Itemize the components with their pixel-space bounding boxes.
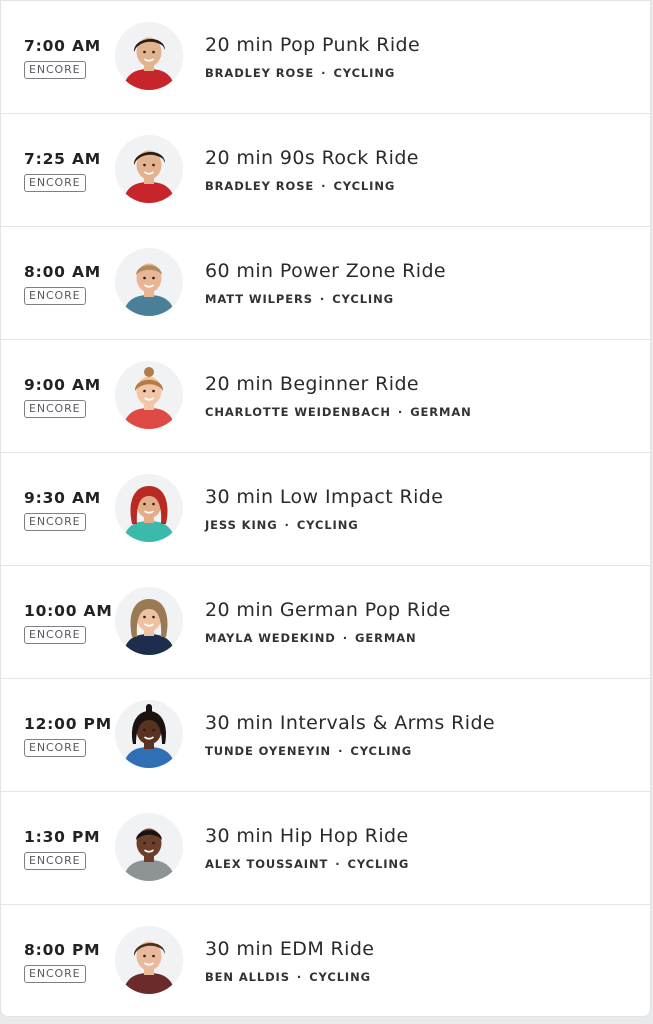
- class-title[interactable]: 60 min Power Zone Ride: [205, 260, 446, 282]
- class-category: CYCLING: [296, 518, 359, 532]
- class-time: 12:00 PM: [24, 715, 112, 733]
- class-title[interactable]: 30 min Low Impact Ride: [205, 486, 443, 508]
- instructor-avatar: [115, 926, 183, 994]
- encore-badge: ENCORE: [24, 174, 86, 192]
- class-category: CYCLING: [333, 66, 396, 80]
- class-meta: BRADLEY ROSE · CYCLING: [205, 66, 395, 80]
- class-time: 10:00 AM: [24, 602, 113, 620]
- class-time: 9:30 AM: [24, 489, 101, 507]
- class-time: 8:00 PM: [24, 941, 101, 959]
- separator-dot-icon: ·: [338, 744, 344, 758]
- separator-dot-icon: ·: [319, 292, 326, 306]
- encore-badge: ENCORE: [24, 626, 86, 644]
- class-meta: BRADLEY ROSE · CYCLING: [205, 179, 395, 193]
- class-meta: MAYLA WEDEKIND · GERMAN: [205, 631, 417, 645]
- instructor-avatar: [115, 813, 183, 881]
- instructor-avatar: [115, 474, 183, 542]
- encore-badge: ENCORE: [24, 61, 86, 79]
- instructor-name[interactable]: ALEX TOUSSAINT: [205, 857, 328, 871]
- class-row[interactable]: 9:00 AM ENCORE 20 min Beginner Ride CHAR…: [1, 340, 650, 453]
- class-category: CYCLING: [332, 292, 394, 306]
- class-row[interactable]: 8:00 PM ENCORE 30 min EDM Ride BEN ALLDI…: [1, 905, 650, 1016]
- class-category: GERMAN: [410, 405, 472, 419]
- encore-badge: ENCORE: [24, 287, 86, 305]
- separator-dot-icon: ·: [321, 179, 327, 193]
- instructor-avatar: [115, 22, 183, 90]
- class-row[interactable]: 12:00 PM ENCORE 30 min Intervals & Arms …: [1, 679, 650, 792]
- instructor-name[interactable]: MATT WILPERS: [205, 292, 313, 306]
- instructor-avatar: [115, 587, 183, 655]
- class-time: 7:25 AM: [24, 150, 101, 168]
- instructor-avatar: [115, 248, 183, 316]
- separator-dot-icon: ·: [296, 970, 303, 984]
- instructor-avatar: [115, 135, 183, 203]
- encore-badge: ENCORE: [24, 965, 86, 983]
- class-time: 1:30 PM: [24, 828, 101, 846]
- separator-dot-icon: ·: [284, 518, 290, 532]
- separator-dot-icon: ·: [321, 66, 327, 80]
- class-title[interactable]: 30 min Intervals & Arms Ride: [205, 712, 495, 734]
- instructor-avatar: [115, 700, 183, 768]
- class-row[interactable]: 7:25 AM ENCORE 20 min 90s Rock Ride BRAD…: [1, 114, 650, 227]
- class-title[interactable]: 20 min Beginner Ride: [205, 373, 419, 395]
- class-category: CYCLING: [309, 970, 371, 984]
- instructor-name[interactable]: BRADLEY ROSE: [205, 179, 314, 193]
- class-title[interactable]: 20 min German Pop Ride: [205, 599, 451, 621]
- instructor-name[interactable]: CHARLOTTE WEIDENBACH: [205, 405, 391, 419]
- instructor-avatar: [115, 361, 183, 429]
- class-meta: JESS KING · CYCLING: [205, 518, 359, 532]
- class-row[interactable]: 7:00 AM ENCORE 20 min Pop Punk Ride BRAD…: [1, 1, 650, 114]
- class-meta: CHARLOTTE WEIDENBACH · GERMAN: [205, 405, 472, 419]
- class-category: CYCLING: [350, 744, 413, 758]
- class-row[interactable]: 1:30 PM ENCORE 30 min Hip Hop Ride ALEX …: [1, 792, 650, 905]
- separator-dot-icon: ·: [335, 857, 341, 871]
- class-category: CYCLING: [333, 179, 396, 193]
- class-meta: TUNDE OYENEYIN · CYCLING: [205, 744, 412, 758]
- class-title[interactable]: 20 min 90s Rock Ride: [205, 147, 419, 169]
- instructor-name[interactable]: TUNDE OYENEYIN: [205, 744, 331, 758]
- instructor-name[interactable]: JESS KING: [205, 518, 278, 532]
- class-category: GERMAN: [355, 631, 417, 645]
- instructor-name[interactable]: BRADLEY ROSE: [205, 66, 314, 80]
- separator-dot-icon: ·: [397, 405, 404, 419]
- class-title[interactable]: 30 min EDM Ride: [205, 938, 374, 960]
- encore-badge: ENCORE: [24, 400, 86, 418]
- instructor-name[interactable]: BEN ALLDIS: [205, 970, 290, 984]
- instructor-name[interactable]: MAYLA WEDEKIND: [205, 631, 336, 645]
- class-title[interactable]: 30 min Hip Hop Ride: [205, 825, 409, 847]
- class-row[interactable]: 10:00 AM ENCORE 20 min German Pop Ride M…: [1, 566, 650, 679]
- class-schedule-list: 7:00 AM ENCORE 20 min Pop Punk Ride BRAD…: [0, 0, 651, 1017]
- class-meta: MATT WILPERS · CYCLING: [205, 292, 394, 306]
- class-meta: BEN ALLDIS · CYCLING: [205, 970, 371, 984]
- class-meta: ALEX TOUSSAINT · CYCLING: [205, 857, 409, 871]
- class-time: 9:00 AM: [24, 376, 101, 394]
- class-category: CYCLING: [347, 857, 410, 871]
- encore-badge: ENCORE: [24, 739, 86, 757]
- class-row[interactable]: 8:00 AM ENCORE 60 min Power Zone Ride MA…: [1, 227, 650, 340]
- separator-dot-icon: ·: [342, 631, 348, 645]
- class-title[interactable]: 20 min Pop Punk Ride: [205, 34, 420, 56]
- class-time: 7:00 AM: [24, 37, 101, 55]
- class-row[interactable]: 9:30 AM ENCORE 30 min Low Impact Ride JE…: [1, 453, 650, 566]
- encore-badge: ENCORE: [24, 513, 86, 531]
- encore-badge: ENCORE: [24, 852, 86, 870]
- class-time: 8:00 AM: [24, 263, 101, 281]
